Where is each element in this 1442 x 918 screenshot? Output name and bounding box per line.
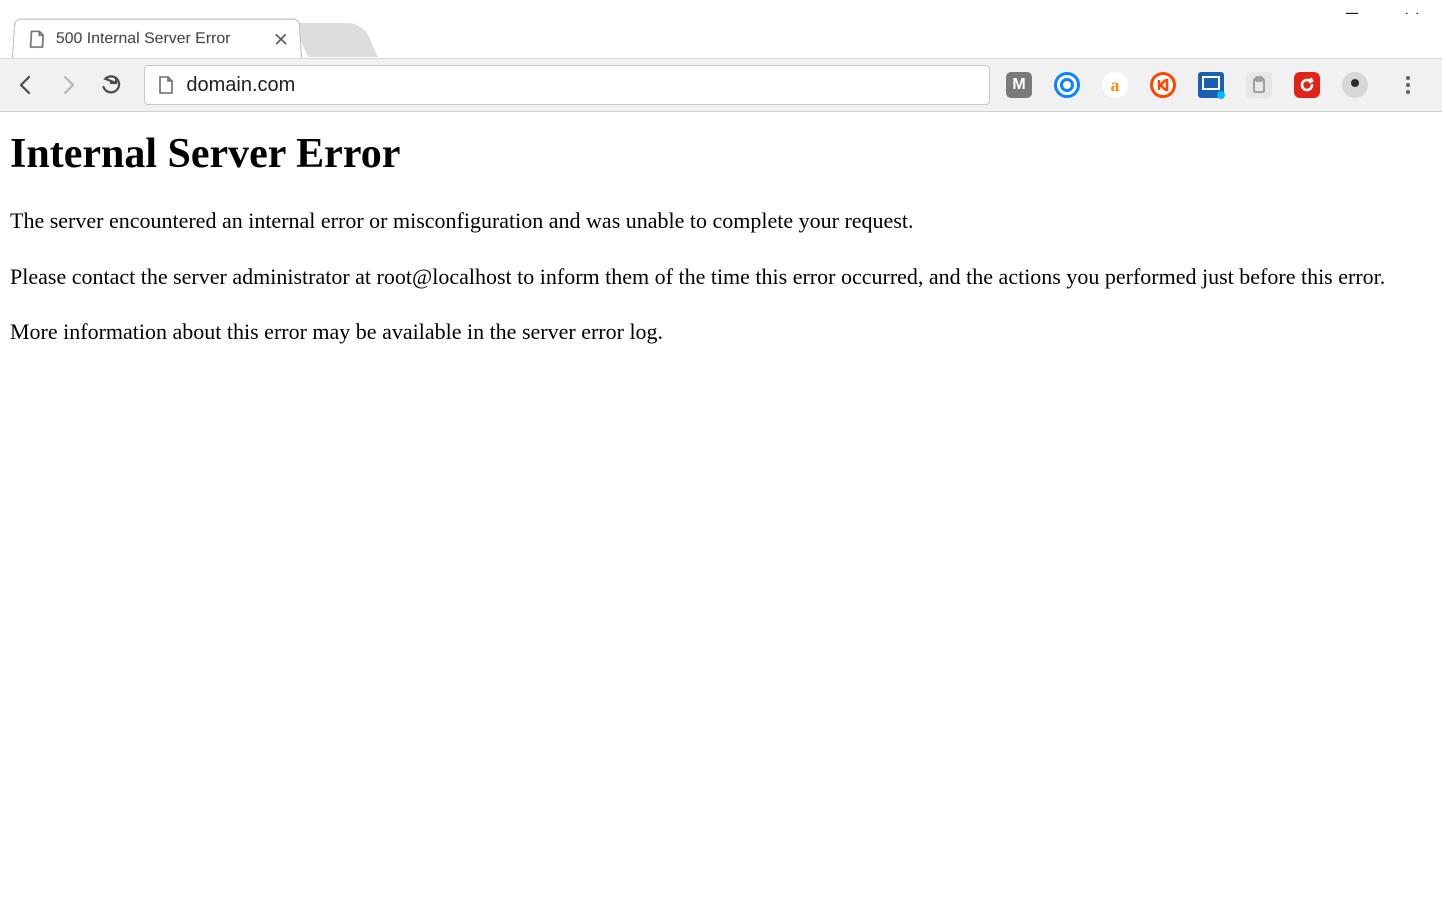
site-info-icon[interactable] — [157, 75, 174, 95]
page-favicon-icon — [28, 30, 47, 48]
extensions-area: M a — [1006, 67, 1434, 103]
tab-title: 500 Internal Server Error — [55, 30, 272, 48]
extension-honey-icon[interactable] — [1150, 72, 1176, 98]
reload-button[interactable] — [92, 67, 128, 103]
tab-close-button[interactable] — [272, 30, 291, 48]
error-paragraph-2: Please contact the server administrator … — [10, 262, 1410, 292]
address-bar[interactable] — [144, 65, 990, 105]
extension-grammarly-icon[interactable] — [1294, 72, 1320, 98]
error-paragraph-3: More information about this error may be… — [10, 317, 1410, 347]
error-heading: Internal Server Error — [10, 130, 1432, 178]
forward-button[interactable] — [50, 67, 86, 103]
extension-clipboard-icon[interactable] — [1246, 72, 1272, 98]
window-titlebar — [0, 0, 1442, 14]
error-paragraph-1: The server encountered an internal error… — [10, 206, 1410, 236]
tab-strip: 500 Internal Server Error — [0, 14, 1442, 58]
extension-eye-icon[interactable] — [1342, 72, 1368, 98]
url-input[interactable] — [186, 74, 977, 97]
extension-a-icon[interactable]: a — [1102, 72, 1128, 98]
browser-toolbar: M a — [0, 58, 1442, 112]
page-content: Internal Server Error The server encount… — [0, 112, 1442, 391]
browser-tab[interactable]: 500 Internal Server Error — [12, 19, 302, 58]
extension-screenshot-icon[interactable] — [1198, 72, 1224, 98]
browser-menu-button[interactable] — [1390, 67, 1426, 103]
back-button[interactable] — [8, 67, 44, 103]
extension-search-icon[interactable] — [1054, 72, 1080, 98]
extension-mega-icon[interactable]: M — [1006, 72, 1032, 98]
new-tab-button[interactable] — [293, 23, 378, 57]
